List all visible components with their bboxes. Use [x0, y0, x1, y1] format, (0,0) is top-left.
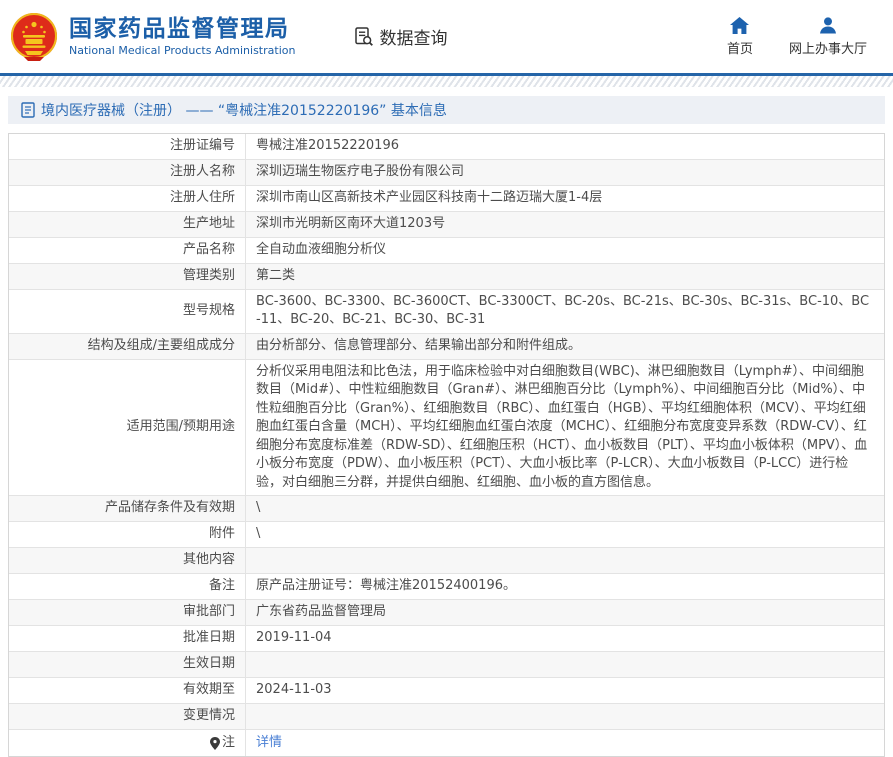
row-label: 审批部门 — [9, 600, 246, 625]
row-value: 深圳迈瑞生物医疗电子股份有限公司 — [246, 160, 884, 185]
row-value: \ — [246, 522, 884, 547]
data-query-tab[interactable]: 数据查询 — [353, 24, 447, 49]
table-row: 结构及组成/主要组成成分 由分析部分、信息管理部分、结果输出部分和附件组成。 — [9, 334, 884, 360]
row-value — [246, 548, 884, 573]
hatch-pattern-band — [0, 76, 893, 87]
table-row: 变更情况 — [9, 704, 884, 730]
note-details-link[interactable]: 详情 — [256, 734, 282, 752]
row-value: 2024-11-03 — [246, 678, 884, 703]
table-row-note: 注 详情 — [9, 730, 884, 756]
top-navigation: 首页 网上办事大厅 — [727, 17, 875, 57]
row-value: \ — [246, 496, 884, 521]
row-label: 注册人名称 — [9, 160, 246, 185]
row-value: 全自动血液细胞分析仪 — [246, 238, 884, 263]
table-row: 型号规格 BC-3600、BC-3300、BC-3600CT、BC-3300CT… — [9, 290, 884, 334]
table-row: 注册人住所 深圳市南山区高新技术产业园区科技南十二路迈瑞大厦1-4层 — [9, 186, 884, 212]
nav-item-home[interactable]: 首页 — [727, 17, 753, 57]
row-value: 粤械注准20152220196 — [246, 134, 884, 159]
national-emblem-logo — [8, 11, 60, 63]
table-row: 适用范围/预期用途 分析仪采用电阻法和比色法，用于临床检验中对白细胞数目(WBC… — [9, 360, 884, 496]
pin-icon — [210, 737, 220, 750]
row-value — [246, 652, 884, 677]
table-row: 注册人名称 深圳迈瑞生物医疗电子股份有限公司 — [9, 160, 884, 186]
table-row: 批准日期 2019-11-04 — [9, 626, 884, 652]
agency-name-en: National Medical Products Administration — [69, 44, 295, 57]
row-value — [246, 704, 884, 729]
person-icon — [819, 17, 837, 34]
table-row: 附件 \ — [9, 522, 884, 548]
row-label: 注册证编号 — [9, 134, 246, 159]
row-label: 变更情况 — [9, 704, 246, 729]
nav-home-label: 首页 — [727, 38, 753, 57]
page-title: 境内医疗器械（注册） —— “粤械注准20152220196” 基本信息 — [41, 100, 447, 120]
nav-service-hall-label: 网上办事大厅 — [789, 38, 867, 57]
agency-brand[interactable]: 国家药品监督管理局 National Medical Products Admi… — [8, 11, 295, 63]
row-label: 备注 — [9, 574, 246, 599]
nav-item-service-hall[interactable]: 网上办事大厅 — [789, 17, 867, 57]
table-row: 审批部门 广东省药品监督管理局 — [9, 600, 884, 626]
row-label: 注册人住所 — [9, 186, 246, 211]
row-label: 生效日期 — [9, 652, 246, 677]
row-value: BC-3600、BC-3300、BC-3600CT、BC-3300CT、BC-2… — [246, 290, 884, 333]
table-row: 管理类别 第二类 — [9, 264, 884, 290]
document-search-icon — [353, 26, 374, 47]
row-label: 附件 — [9, 522, 246, 547]
row-value: 分析仪采用电阻法和比色法，用于临床检验中对白细胞数目(WBC)、淋巴细胞数目（L… — [246, 360, 884, 495]
row-label: 批准日期 — [9, 626, 246, 651]
row-value: 2019-11-04 — [246, 626, 884, 651]
row-label: 有效期至 — [9, 678, 246, 703]
row-value: 由分析部分、信息管理部分、结果输出部分和附件组成。 — [246, 334, 884, 359]
row-label: 产品名称 — [9, 238, 246, 263]
table-row: 其他内容 — [9, 548, 884, 574]
note-label: 注 — [222, 734, 235, 752]
data-query-label: 数据查询 — [379, 24, 447, 49]
row-value: 第二类 — [246, 264, 884, 289]
table-row: 生效日期 — [9, 652, 884, 678]
row-label: 型号规格 — [9, 290, 246, 333]
row-value: 原产品注册证号：粤械注准20152400196。 — [246, 574, 884, 599]
table-row: 有效期至 2024-11-03 — [9, 678, 884, 704]
row-value: 深圳市南山区高新技术产业园区科技南十二路迈瑞大厦1-4层 — [246, 186, 884, 211]
table-row: 产品名称 全自动血液细胞分析仪 — [9, 238, 884, 264]
row-label: 其他内容 — [9, 548, 246, 573]
registration-info-table: 注册证编号 粤械注准20152220196 注册人名称 深圳迈瑞生物医疗电子股份… — [8, 133, 885, 757]
row-value: 详情 — [246, 730, 884, 756]
breadcrumb: 境内医疗器械（注册） —— “粤械注准20152220196” 基本信息 — [8, 96, 885, 124]
agency-name-zh: 国家药品监督管理局 — [69, 16, 295, 42]
row-label: 注 — [9, 730, 246, 756]
home-icon — [730, 17, 749, 34]
document-icon — [21, 102, 35, 118]
row-label: 结构及组成/主要组成成分 — [9, 334, 246, 359]
row-label: 产品储存条件及有效期 — [9, 496, 246, 521]
row-label: 适用范围/预期用途 — [9, 360, 246, 495]
table-row: 备注 原产品注册证号：粤械注准20152400196。 — [9, 574, 884, 600]
page-header: 国家药品监督管理局 National Medical Products Admi… — [0, 0, 893, 73]
row-label: 生产地址 — [9, 212, 246, 237]
table-row: 产品储存条件及有效期 \ — [9, 496, 884, 522]
row-value: 深圳市光明新区南环大道1203号 — [246, 212, 884, 237]
table-row: 生产地址 深圳市光明新区南环大道1203号 — [9, 212, 884, 238]
table-row: 注册证编号 粤械注准20152220196 — [9, 134, 884, 160]
row-value: 广东省药品监督管理局 — [246, 600, 884, 625]
row-label: 管理类别 — [9, 264, 246, 289]
